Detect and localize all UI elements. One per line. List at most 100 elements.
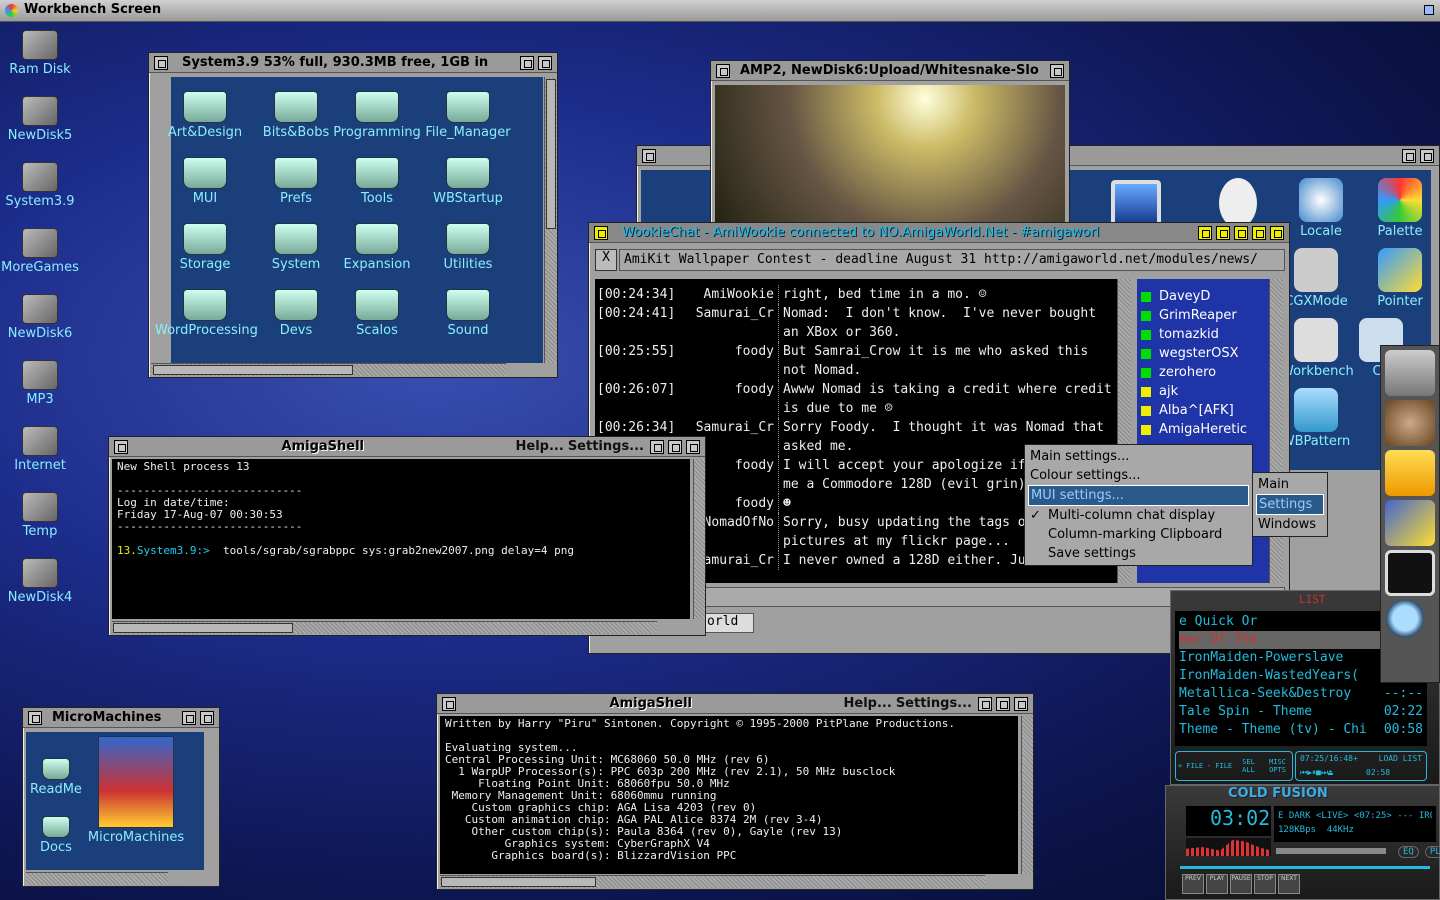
drawer-icon[interactable]: WordProcessing: [155, 289, 258, 338]
mouse-icon[interactable]: [1219, 178, 1257, 228]
message-nick[interactable]: foody: [685, 380, 779, 418]
desktop-icon[interactable]: MP3: [0, 360, 80, 407]
drawer-icon[interactable]: Sound: [418, 289, 518, 338]
transport-play-button[interactable]: PLAY: [1206, 874, 1228, 894]
shell2-title-bar[interactable]: AmigaShell Help... Settings...: [437, 694, 1033, 714]
user-item[interactable]: AmigaHeretic: [1141, 420, 1269, 439]
icon-label[interactable]: Tools: [361, 191, 393, 206]
icon-label[interactable]: NewDisk4: [8, 590, 73, 605]
zoom-gadget[interactable]: [182, 710, 196, 725]
drawer-icon[interactable]: Programming: [327, 91, 427, 140]
help-menu[interactable]: Help...: [844, 696, 892, 711]
drive-icon[interactable]: [1385, 350, 1435, 396]
drawer-icon-image[interactable]: [274, 289, 318, 321]
icon-label[interactable]: Scalos: [356, 323, 398, 338]
locale-icon[interactable]: [1299, 178, 1343, 222]
scroll-knob[interactable]: [113, 623, 293, 633]
disk-icon[interactable]: [22, 558, 58, 588]
shell-output[interactable]: New Shell process 13 -------------------…: [112, 459, 690, 619]
desktop-icon[interactable]: NewDisk4: [0, 558, 80, 605]
zoom-gadget[interactable]: [1252, 225, 1266, 240]
icon-label[interactable]: WBPattern: [1282, 434, 1351, 449]
disk-icon[interactable]: [22, 294, 58, 324]
channel-tab[interactable]: orld: [704, 613, 754, 633]
userlist-scrollbar[interactable]: [1269, 279, 1283, 583]
icon-label[interactable]: MoreGames: [1, 260, 79, 275]
icon-label[interactable]: System3.9: [5, 194, 74, 209]
chat-title-bar[interactable]: WookieChat - AmiWookie connected to NO.A…: [589, 223, 1289, 243]
icon-label[interactable]: Workbench: [1281, 364, 1354, 379]
playlist-button[interactable]: SEL ALL: [1236, 758, 1262, 774]
icon-label[interactable]: MicroMachines: [88, 830, 184, 845]
micromachines-game-icon[interactable]: [98, 736, 174, 828]
drawer-icon-image[interactable]: [355, 223, 399, 255]
drawer-icon[interactable]: Scalos: [327, 289, 427, 338]
submenu-item[interactable]: Windows: [1256, 515, 1324, 534]
menu-item[interactable]: Main settings...: [1028, 447, 1249, 466]
user-item[interactable]: zerohero: [1141, 363, 1269, 382]
workbench-prefs-icon[interactable]: [1294, 318, 1338, 362]
drawer-icon-image[interactable]: [183, 157, 227, 189]
icon-label[interactable]: MUI: [193, 191, 218, 206]
drawer-icon[interactable]: MUI: [155, 157, 255, 206]
depth-gadget[interactable]: [1014, 696, 1028, 711]
disk-icon[interactable]: [22, 30, 58, 60]
iconify-gadget[interactable]: [1198, 225, 1212, 240]
scroll-knob[interactable]: [441, 877, 596, 887]
icon-label[interactable]: Pointer: [1377, 294, 1423, 309]
wbpattern-icon[interactable]: [1294, 388, 1338, 432]
terminal-icon[interactable]: [1385, 550, 1435, 596]
close-gadget[interactable]: [28, 710, 42, 725]
jump-gadget[interactable]: [1234, 225, 1248, 240]
drawer-icon[interactable]: WBStartup: [418, 157, 518, 206]
depth-gadget[interactable]: [538, 55, 552, 70]
search-icon[interactable]: [1385, 600, 1435, 646]
transport-stop-button[interactable]: STOP: [1254, 874, 1276, 894]
horizontal-scrollbar[interactable]: [112, 621, 657, 634]
micro-title-bar[interactable]: MicroMachines: [23, 708, 219, 728]
desktop-icon[interactable]: Temp: [0, 492, 80, 539]
user-item[interactable]: GrimReaper: [1141, 306, 1269, 325]
cgxmode-icon[interactable]: [1294, 248, 1338, 292]
icon-label[interactable]: Prefs: [280, 191, 312, 206]
depth-gadget[interactable]: [1420, 148, 1434, 163]
close-gadget[interactable]: [114, 439, 128, 454]
disk-icon[interactable]: [22, 96, 58, 126]
icon-label[interactable]: Docs: [40, 840, 72, 855]
user-item[interactable]: wegsterOSX: [1141, 344, 1269, 363]
drawer-icon-image[interactable]: [355, 289, 399, 321]
drawer-icon[interactable]: Storage: [155, 223, 255, 272]
disk-icon[interactable]: [22, 426, 58, 456]
drawer-icon-image[interactable]: [446, 289, 490, 321]
desktop-icon[interactable]: Internet: [0, 426, 80, 473]
playlist-item[interactable]: Theme - Theme (tv) - Chi 00:58: [1179, 721, 1423, 739]
vertical-scrollbar[interactable]: [544, 77, 557, 363]
user-item[interactable]: ajk: [1141, 382, 1269, 401]
drawer-icon[interactable]: Utilities: [418, 223, 518, 272]
eq-button[interactable]: EQ: [1398, 846, 1419, 858]
depth-gadget[interactable]: [200, 710, 214, 725]
screen-depth-gadget[interactable]: [1424, 5, 1434, 15]
message-nick[interactable]: foody: [685, 342, 779, 380]
playlist-item[interactable]: Metallica-Seek&Destroy --:--: [1179, 685, 1423, 703]
playlist-item[interactable]: Tale Spin - Theme 02:22: [1179, 703, 1423, 721]
desktop-icon[interactable]: MoreGames: [0, 228, 80, 275]
icon-label[interactable]: CGXMode: [1284, 294, 1347, 309]
user-name[interactable]: DaveyD: [1159, 287, 1210, 306]
user-item[interactable]: DaveyD: [1141, 287, 1269, 306]
zoom-gadget[interactable]: [996, 696, 1010, 711]
pointer-icon[interactable]: [1378, 248, 1422, 292]
transport-next-button[interactable]: NEXT: [1278, 874, 1300, 894]
drawer-icon-image[interactable]: [274, 91, 318, 123]
icon-label[interactable]: WordProcessing: [155, 323, 258, 338]
pencil-icon[interactable]: [1385, 500, 1435, 546]
drawer-icon-image[interactable]: [183, 289, 227, 321]
load-list-button[interactable]: LOAD LIST: [1379, 754, 1422, 763]
user-item[interactable]: tomazkid: [1141, 325, 1269, 344]
disk-icon[interactable]: [22, 228, 58, 258]
close-tab-button[interactable]: X: [595, 249, 617, 271]
icon-label[interactable]: WBStartup: [433, 191, 503, 206]
icon-label[interactable]: File_Manager: [425, 125, 510, 140]
message-nick[interactable]: Samurai_Cr: [685, 304, 779, 342]
vertical-scrollbar[interactable]: [693, 459, 705, 619]
